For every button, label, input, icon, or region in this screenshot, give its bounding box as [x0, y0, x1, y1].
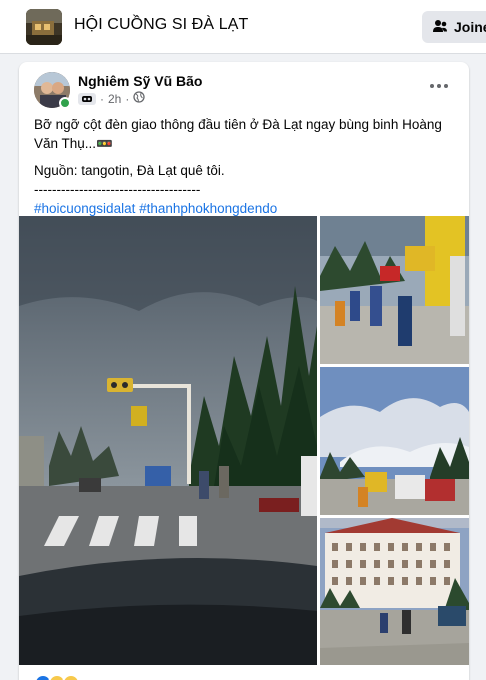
- photo-grid: [19, 216, 469, 666]
- globe-icon[interactable]: [133, 91, 146, 106]
- joined-label: Joined: [454, 19, 486, 35]
- group-name[interactable]: HỘI CUỒNG SI ĐÀ LẠT: [74, 16, 248, 34]
- post-card: Nghiêm Sỹ Vũ Bão · 2h · Bỡ ngỡ cột đèn g…: [19, 62, 469, 680]
- joined-button[interactable]: Joined: [422, 11, 486, 43]
- author-name[interactable]: Nghiêm Sỹ Vũ Bão: [78, 73, 202, 89]
- photo-sky-truck[interactable]: [320, 367, 469, 515]
- group-header: HỘI CUỒNG SI ĐÀ LẠT Joined: [0, 0, 486, 54]
- online-status-dot: [59, 97, 71, 109]
- group-thumbnail[interactable]: [26, 9, 62, 45]
- post-time[interactable]: 2h: [108, 92, 121, 106]
- joined-icon: [432, 18, 448, 37]
- post-source: Nguồn: tangotin, Đà Lạt quê tôi.: [34, 163, 225, 178]
- badge-icon[interactable]: [78, 92, 96, 105]
- post-separator: ·: [100, 91, 104, 106]
- reaction-icons[interactable]: [34, 674, 80, 680]
- wow-reaction-icon: [62, 674, 80, 680]
- photo-hotel[interactable]: [320, 518, 469, 665]
- more-dots-icon: [430, 84, 434, 88]
- photo-traffic-light[interactable]: [19, 216, 317, 665]
- photo-workers-truck[interactable]: [320, 216, 469, 364]
- post-body: Bỡ ngỡ cột đèn giao thông đầu tiên ở Đà …: [34, 117, 442, 151]
- post-divider: -------------------------------------: [34, 182, 201, 197]
- more-options-button[interactable]: [427, 76, 451, 96]
- post-text: Bỡ ngỡ cột đèn giao thông đầu tiên ở Đà …: [34, 115, 454, 218]
- post-meta: · 2h ·: [78, 91, 146, 106]
- post-separator: ·: [125, 91, 130, 106]
